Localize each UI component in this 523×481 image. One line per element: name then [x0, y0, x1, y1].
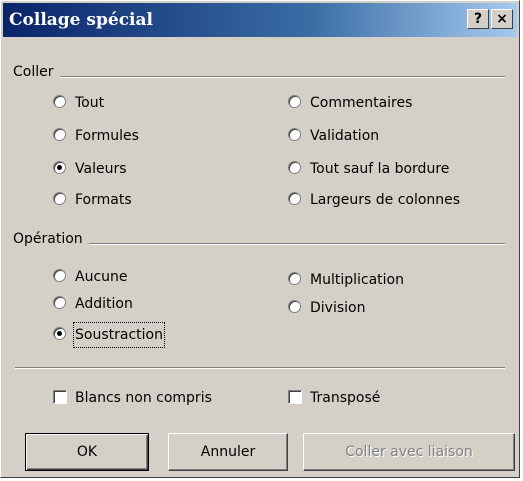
paste-group-label: Coller	[13, 64, 60, 80]
radio-label: Tout sauf la bordure	[310, 161, 450, 177]
radio-label: Largeurs de colonnes	[310, 192, 461, 208]
radio-button[interactable]	[288, 192, 301, 205]
paste-link-button[interactable]: Coller avec liaison	[303, 433, 515, 471]
radio-label: Formats	[75, 192, 132, 208]
radio-label: Aucune	[75, 269, 128, 285]
help-button[interactable]: ?	[467, 9, 489, 29]
radio-label: Commentaires	[310, 95, 413, 111]
radio-label: Soustraction	[73, 322, 165, 348]
radio-label: Formules	[75, 128, 139, 144]
radio-button[interactable]	[288, 95, 301, 108]
ok-button[interactable]: OK	[25, 433, 149, 471]
title-bar[interactable]: Collage spécial ? ×	[3, 3, 517, 37]
radio-button[interactable]	[53, 95, 66, 108]
paste-group-line	[15, 76, 505, 78]
checkbox[interactable]	[288, 390, 302, 404]
close-icon: ×	[496, 11, 508, 27]
checkbox-label: Transposé	[310, 390, 381, 406]
cancel-button[interactable]: Annuler	[168, 433, 288, 471]
radio-button[interactable]	[53, 296, 66, 309]
operation-group-label: Opération	[13, 231, 89, 247]
radio-button[interactable]	[288, 161, 301, 174]
checkbox[interactable]	[53, 390, 67, 404]
radio-label: Addition	[75, 296, 133, 312]
paste-special-dialog: Collage spécial ? × Coller Tout Formules…	[0, 0, 520, 478]
separator	[15, 367, 505, 369]
radio-label: Division	[310, 300, 366, 316]
radio-button[interactable]	[53, 161, 66, 174]
checkbox-label: Blancs non compris	[75, 390, 212, 406]
radio-button[interactable]	[53, 269, 66, 282]
radio-button[interactable]	[288, 128, 301, 141]
radio-label: Tout	[75, 95, 105, 111]
radio-button[interactable]	[288, 300, 301, 313]
radio-button[interactable]	[288, 272, 301, 285]
radio-button[interactable]	[53, 327, 66, 340]
radio-button[interactable]	[53, 128, 66, 141]
radio-label: Multiplication	[310, 272, 404, 288]
close-button[interactable]: ×	[491, 9, 513, 29]
radio-label: Valeurs	[75, 161, 127, 177]
dialog-title: Collage spécial	[9, 10, 153, 30]
help-icon: ?	[473, 11, 483, 27]
radio-label: Validation	[310, 128, 380, 144]
radio-button[interactable]	[53, 192, 66, 205]
